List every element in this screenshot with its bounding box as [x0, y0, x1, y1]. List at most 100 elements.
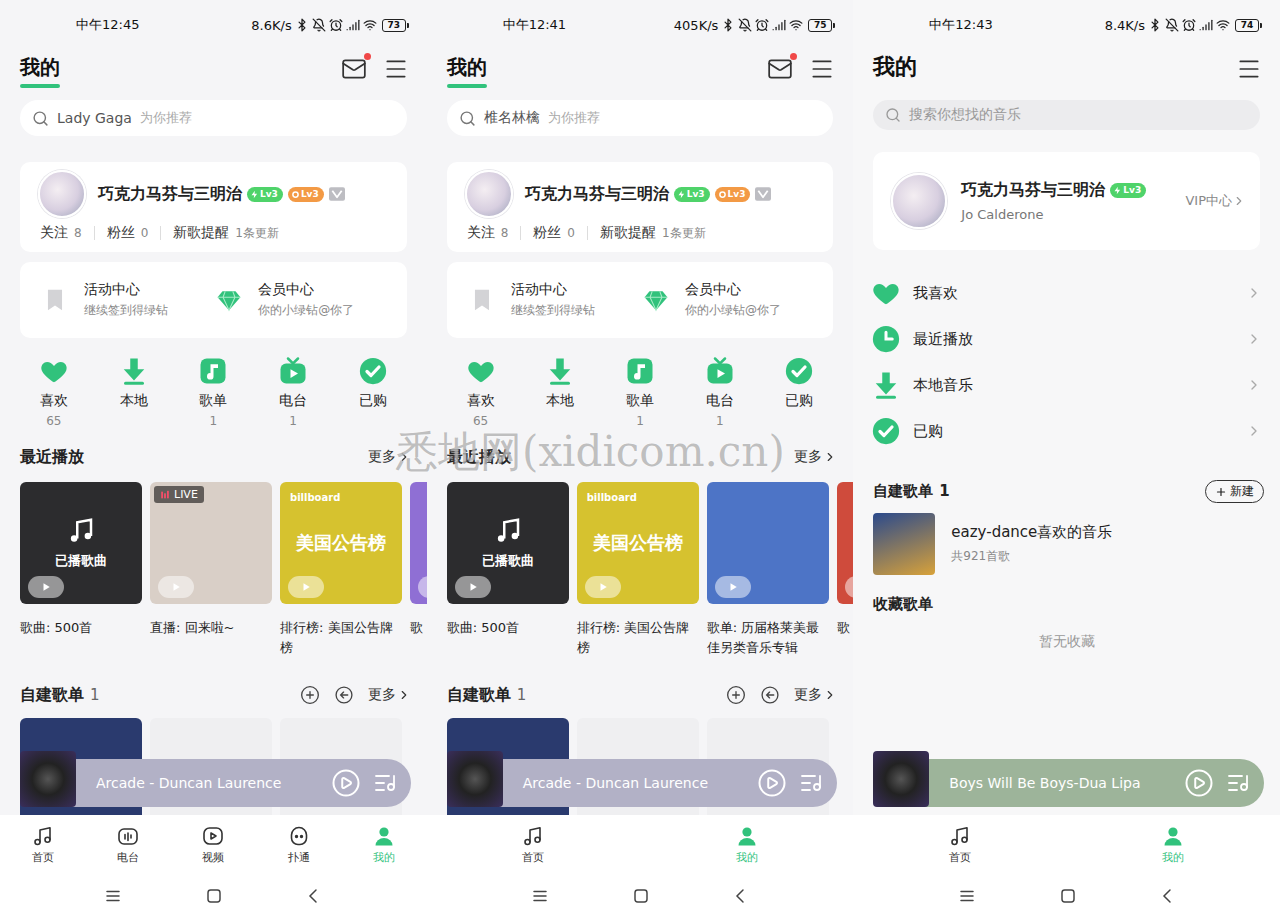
menu-icon[interactable] — [1236, 56, 1262, 82]
cover-play-button[interactable] — [158, 576, 194, 598]
playlist-queue-icon[interactable] — [373, 771, 397, 795]
shortcut[interactable]: 已购 — [760, 356, 840, 434]
more-link[interactable]: 更多 — [368, 448, 411, 466]
nav-item[interactable]: 我的 — [640, 824, 853, 865]
player-album-art[interactable] — [20, 751, 76, 807]
home-key-icon[interactable] — [633, 888, 649, 904]
nav-item[interactable]: 我的 — [1067, 824, 1280, 865]
cover-play-button[interactable] — [418, 576, 427, 598]
profile-stat[interactable]: 粉丝0 — [533, 224, 575, 242]
vip-link[interactable]: VIP中心 — [1185, 192, 1246, 210]
shortcut[interactable]: 喜欢65 — [14, 356, 94, 434]
nav-item[interactable]: 首页 — [853, 824, 1066, 865]
play-icon[interactable] — [757, 768, 787, 798]
add-playlist-icon[interactable] — [726, 685, 746, 705]
avatar[interactable] — [465, 170, 513, 218]
mini-player[interactable]: Boys Will Be Boys-Dua Lipa — [873, 759, 1264, 807]
new-playlist-button[interactable]: 新建 — [1205, 480, 1264, 503]
back-key-icon[interactable] — [306, 888, 322, 904]
home-key-icon[interactable] — [1060, 888, 1076, 904]
recent-cover[interactable]: billboard美国公告榜 — [577, 482, 699, 604]
title-tab[interactable]: 我的 — [20, 54, 60, 88]
shortcut[interactable]: 歌单1 — [600, 356, 680, 434]
play-icon[interactable] — [331, 768, 361, 798]
mini-player[interactable]: Arcade - Duncan Laurence — [20, 759, 411, 807]
home-key-icon[interactable] — [206, 888, 222, 904]
title-tab[interactable]: 我的 — [447, 54, 487, 88]
mail-icon[interactable] — [767, 56, 793, 82]
nav-item[interactable]: 电台 — [85, 824, 170, 865]
more-link[interactable]: 更多 — [794, 686, 837, 704]
menu-row[interactable]: 最近播放 — [853, 316, 1280, 362]
recent-card[interactable]: billboard美国公告榜排行榜: 美国公告牌榜 — [577, 482, 699, 658]
recent-card[interactable]: 已播歌曲歌曲: 500首 — [20, 482, 142, 658]
profile-stat[interactable]: 新歌提醒1条更新 — [600, 224, 706, 242]
player-album-art[interactable] — [873, 751, 929, 807]
recent-cover[interactable]: billboard美国公告榜 — [280, 482, 402, 604]
playlist-queue-icon[interactable] — [799, 771, 823, 795]
nav-item[interactable]: 首页 — [427, 824, 640, 865]
recent-cover[interactable] — [410, 482, 427, 604]
shortcut[interactable]: 歌单1 — [173, 356, 253, 434]
shortcut[interactable]: 电台1 — [253, 356, 333, 434]
promo-item[interactable]: 会员中心你的小绿钻@你了 — [216, 281, 390, 319]
menu-row[interactable]: 本地音乐 — [853, 362, 1280, 408]
cover-play-button[interactable] — [288, 576, 324, 598]
profile-stat[interactable]: 关注8 — [467, 224, 509, 242]
mail-button[interactable] — [341, 56, 367, 82]
shortcut[interactable]: 喜欢65 — [441, 356, 521, 434]
playlist-row[interactable]: eazy-dance喜欢的音乐共921首歌 — [853, 513, 1280, 575]
recent-card[interactable]: 歌单: 历届格莱美最佳另类音乐专辑 — [707, 482, 829, 658]
recent-card[interactable]: 歌 — [837, 482, 854, 658]
play-icon[interactable] — [1184, 768, 1214, 798]
playlist-queue-icon[interactable] — [1226, 771, 1250, 795]
nav-item[interactable]: 首页 — [0, 824, 85, 865]
nav-item[interactable]: 我的 — [341, 824, 426, 865]
recent-cover[interactable]: LIVE — [150, 482, 272, 604]
search-bar[interactable]: 椎名林檎为你推荐 — [447, 100, 834, 136]
cover-play-button[interactable] — [455, 576, 491, 598]
profile-stat[interactable]: 关注8 — [40, 224, 82, 242]
recent-cover[interactable]: 已播歌曲 — [447, 482, 569, 604]
recent-cover[interactable] — [707, 482, 829, 604]
cover-play-button[interactable] — [28, 576, 64, 598]
search-bar[interactable]: 搜索你想找的音乐 — [873, 100, 1260, 130]
shortcut[interactable]: 本地 — [94, 356, 174, 434]
recent-cover[interactable] — [837, 482, 854, 604]
mail-button[interactable] — [767, 56, 793, 82]
recent-card[interactable]: LIVE直播: 回来啦~ — [150, 482, 272, 658]
nav-item[interactable]: 视频 — [171, 824, 256, 865]
profile-card[interactable]: 巧克力马芬与三明治Lv3Lv3关注8粉丝0新歌提醒1条更新 — [447, 162, 834, 252]
shortcut[interactable]: 电台1 — [680, 356, 760, 434]
recent-card[interactable]: billboard美国公告榜排行榜: 美国公告牌榜 — [280, 482, 402, 658]
more-link[interactable]: 更多 — [368, 686, 411, 704]
player-album-art[interactable] — [447, 751, 503, 807]
back-key-icon[interactable] — [733, 888, 749, 904]
import-icon[interactable] — [334, 685, 354, 705]
menu-icon[interactable] — [809, 56, 835, 82]
profile-stat[interactable]: 新歌提醒1条更新 — [173, 224, 279, 242]
promo-item[interactable]: 会员中心你的小绿钻@你了 — [643, 281, 817, 319]
menu-icon[interactable] — [383, 56, 409, 82]
shortcut[interactable]: 已购 — [333, 356, 413, 434]
menu-key-icon[interactable] — [958, 887, 976, 905]
cover-play-button[interactable] — [715, 576, 751, 598]
import-icon[interactable] — [760, 685, 780, 705]
mini-player[interactable]: Arcade - Duncan Laurence — [447, 759, 838, 807]
promo-item[interactable]: 活动中心继续签到得绿钻 — [469, 281, 643, 319]
nav-item[interactable]: 扑通 — [256, 824, 341, 865]
menu-key-icon[interactable] — [531, 887, 549, 905]
search-bar[interactable]: Lady Gaga为你推荐 — [20, 100, 407, 136]
shortcut[interactable]: 本地 — [520, 356, 600, 434]
menu-row[interactable]: 我喜欢 — [853, 270, 1280, 316]
back-key-icon[interactable] — [1160, 888, 1176, 904]
cover-play-button[interactable] — [845, 576, 854, 598]
recent-cover[interactable]: 已播歌曲 — [20, 482, 142, 604]
cover-play-button[interactable] — [585, 576, 621, 598]
mail-icon[interactable] — [341, 56, 367, 82]
avatar[interactable] — [891, 173, 947, 229]
recent-card[interactable]: 歌 — [410, 482, 427, 658]
avatar[interactable] — [38, 170, 86, 218]
profile-card[interactable]: 巧克力马芬与三明治Lv3Lv3关注8粉丝0新歌提醒1条更新 — [20, 162, 407, 252]
recent-card[interactable]: 已播歌曲歌曲: 500首 — [447, 482, 569, 658]
